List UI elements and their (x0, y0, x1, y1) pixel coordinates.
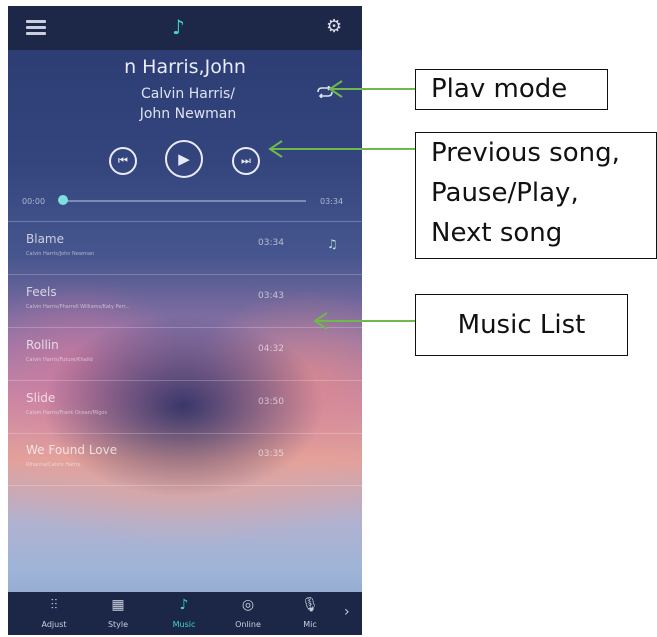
music-list-callout: Music List (415, 294, 628, 356)
play-mode-callout: Plav mode (415, 69, 608, 110)
controls-callout: Previous song, Pause/Play, Next song (415, 132, 657, 259)
